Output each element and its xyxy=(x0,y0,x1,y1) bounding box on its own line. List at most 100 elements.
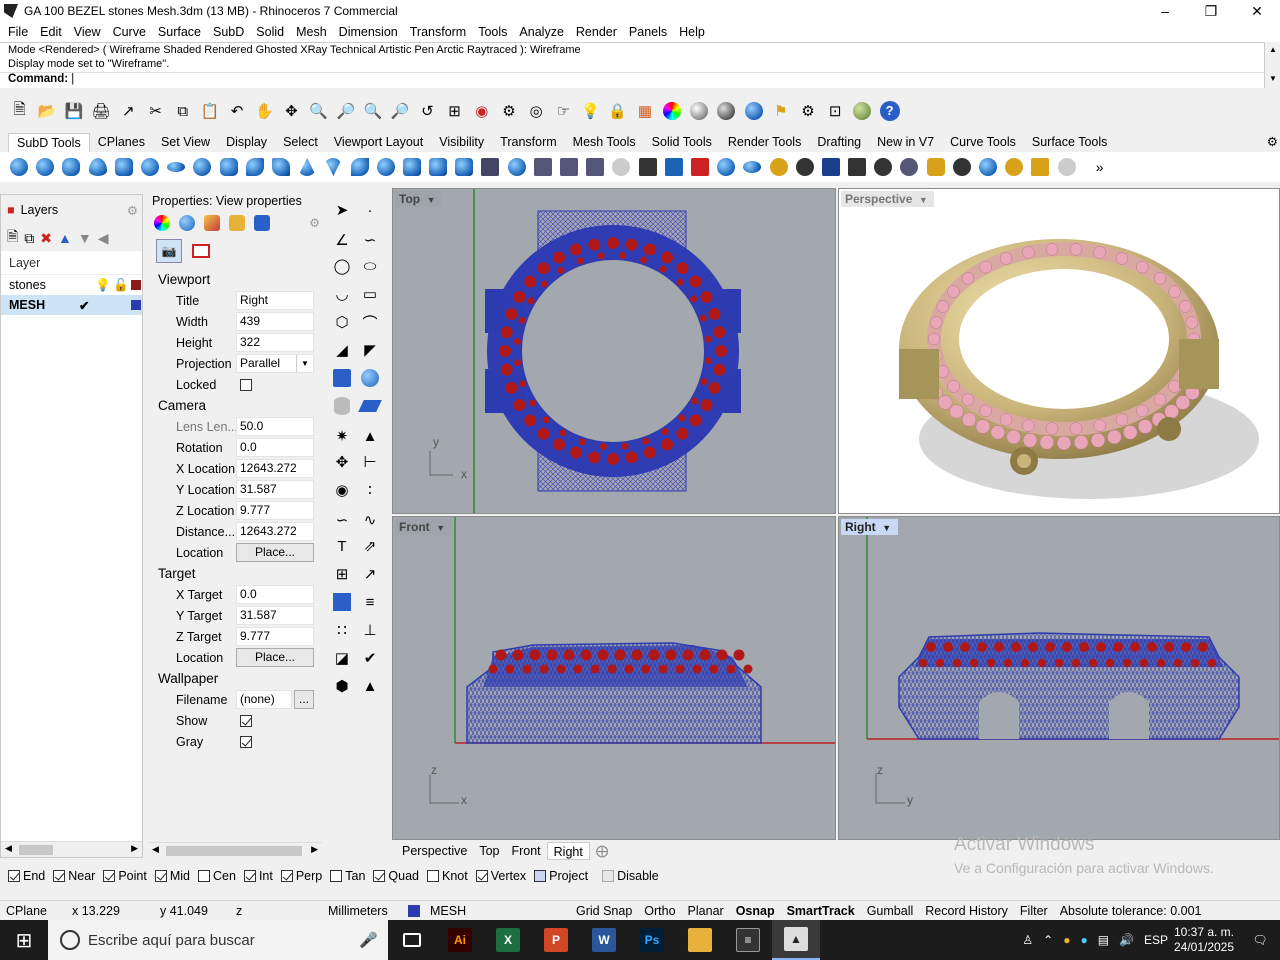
tab-surface-tools[interactable]: Surface Tools xyxy=(1024,133,1116,152)
volume-icon[interactable]: 🔊 xyxy=(1119,933,1134,947)
mesh-icon[interactable]: ⬢ xyxy=(330,674,354,698)
close-button[interactable]: ✕ xyxy=(1234,0,1280,22)
subd-tool-icon[interactable] xyxy=(1002,155,1026,179)
menu-surface[interactable]: Surface xyxy=(152,25,207,39)
subd-tool-icon[interactable] xyxy=(33,155,57,179)
add-viewport-icon[interactable]: ⨁ xyxy=(590,842,615,860)
save-icon[interactable]: 💾 xyxy=(62,99,86,123)
color-wheel-icon[interactable] xyxy=(154,215,170,231)
menu-render[interactable]: Render xyxy=(570,25,623,39)
copy-icon[interactable]: ⧉ xyxy=(171,99,195,123)
taskbar-search[interactable]: Escribe aquí para buscar 🎤 xyxy=(48,920,388,960)
zoom-icon[interactable]: 🔍 xyxy=(307,99,331,123)
menu-help[interactable]: Help xyxy=(673,25,711,39)
tab-mesh-tools[interactable]: Mesh Tools xyxy=(565,133,644,152)
grid-snap-toggle[interactable]: Grid Snap xyxy=(570,904,638,918)
four-viewports-icon[interactable]: ⊞ xyxy=(443,99,467,123)
pencil-icon[interactable] xyxy=(204,215,220,231)
x-target-field[interactable]: 0.0 xyxy=(236,585,314,604)
curve-edit-icon[interactable]: ∽ xyxy=(330,508,354,532)
osnap-checkbox[interactable] xyxy=(243,870,256,882)
tab-display[interactable]: Display xyxy=(218,133,275,152)
show-checkbox[interactable] xyxy=(240,714,252,727)
tab-curve-tools[interactable]: Curve Tools xyxy=(942,133,1024,152)
viewport-right[interactable]: z y Right ▼ xyxy=(838,516,1280,840)
osnap-vertex[interactable]: Vertex xyxy=(475,869,526,883)
browse-button[interactable]: ... xyxy=(294,690,314,709)
subd-tool-icon[interactable] xyxy=(505,155,529,179)
y-location-field[interactable]: 31.587 xyxy=(236,480,314,499)
subd-tool-icon[interactable] xyxy=(452,155,476,179)
subd-tool-icon[interactable] xyxy=(243,155,267,179)
viewport-tab-perspective[interactable]: Perspective xyxy=(396,842,473,860)
chevron-down-icon[interactable]: ▼ xyxy=(424,192,438,208)
polygon-icon[interactable]: ⬡ xyxy=(330,310,354,334)
file-explorer-icon[interactable] xyxy=(676,920,724,960)
osnap-quad[interactable]: Quad xyxy=(373,869,419,883)
task-view-icon[interactable] xyxy=(388,920,436,960)
subd-tool-icon[interactable] xyxy=(269,155,293,179)
layer-row[interactable]: stones 💡 🔓 xyxy=(1,275,142,295)
cplane-icon[interactable]: ◎ xyxy=(524,99,548,123)
scale-icon[interactable]: ▲ xyxy=(358,424,382,448)
place-button[interactable]: Place... xyxy=(236,543,314,562)
input-language[interactable]: ESP xyxy=(1144,933,1168,947)
group-icon[interactable]: ⊞ xyxy=(330,562,354,586)
cut-icon[interactable]: ✂ xyxy=(144,99,168,123)
tab-subd-tools[interactable]: SubD Tools xyxy=(8,133,90,152)
y-target-field[interactable]: 31.587 xyxy=(236,606,314,625)
material-icon[interactable] xyxy=(179,215,195,231)
osnap-project[interactable]: Project xyxy=(534,869,588,883)
subd-tool-icon[interactable] xyxy=(845,155,869,179)
open-file-icon[interactable]: 📂 xyxy=(35,99,59,123)
viewport-tab-top[interactable]: Top xyxy=(473,842,505,860)
viewport-label-top[interactable]: Top ▼ xyxy=(395,191,443,208)
zoom-extents-icon[interactable]: 🔍 xyxy=(361,99,385,123)
osnap-end[interactable]: End xyxy=(8,869,45,883)
rotate-view-icon[interactable]: ✥ xyxy=(279,99,303,123)
subd-tool-icon[interactable] xyxy=(609,155,633,179)
subd-tool-icon[interactable] xyxy=(7,155,31,179)
subd-tool-icon[interactable] xyxy=(86,155,110,179)
boolean-icon[interactable]: ◉ xyxy=(330,478,354,502)
subd-tool-icon[interactable] xyxy=(348,155,372,179)
chevron-down-icon[interactable]: ▼ xyxy=(916,192,930,208)
subd-tool-icon[interactable] xyxy=(819,155,843,179)
command-scrollbar[interactable]: ▲ ▼ xyxy=(1264,42,1280,88)
dimension-icon[interactable]: ⇗ xyxy=(358,534,382,558)
osnap-checkbox[interactable] xyxy=(475,870,488,882)
clock[interactable]: 10:37 a. m. 24/01/2025 xyxy=(1168,925,1240,955)
unlock-icon[interactable]: 🔓 xyxy=(113,278,129,293)
cplane-label[interactable]: CPlane xyxy=(0,904,66,918)
notification-icon[interactable]: 🗨 xyxy=(1240,920,1280,960)
rotation-field[interactable]: 0.0 xyxy=(236,438,314,457)
more-tools-icon[interactable]: » xyxy=(1088,155,1112,179)
z-target-field[interactable]: 9.777 xyxy=(236,627,314,646)
z-location-field[interactable]: 9.777 xyxy=(236,501,314,520)
osnap-checkbox[interactable] xyxy=(154,870,167,882)
menu-view[interactable]: View xyxy=(68,25,107,39)
undo-view-icon[interactable]: ↺ xyxy=(415,99,439,123)
osnap-checkbox[interactable] xyxy=(198,870,210,882)
check-icon[interactable]: ✔ xyxy=(358,646,382,670)
properties-scrollbar[interactable]: ◀ ▶ xyxy=(148,842,322,858)
loft-icon[interactable]: ◤ xyxy=(358,338,382,362)
box-icon[interactable] xyxy=(330,366,354,390)
filter-toggle[interactable]: Filter xyxy=(1014,904,1054,918)
viewport-frame-icon[interactable] xyxy=(188,239,214,263)
select-arrow-icon[interactable]: ➤ xyxy=(330,198,354,222)
block-icon[interactable] xyxy=(330,590,354,614)
explode-icon[interactable]: ⊥ xyxy=(358,618,382,642)
word-icon[interactable]: W xyxy=(580,920,628,960)
powerpoint-icon[interactable]: P xyxy=(532,920,580,960)
start-button[interactable]: ⊞ xyxy=(0,920,48,960)
viewport-front[interactable]: z x Front ▼ xyxy=(392,516,836,840)
subd-tool-icon[interactable] xyxy=(321,155,345,179)
viewport-top[interactable]: y x Top ▼ xyxy=(392,188,836,514)
subd-tool-icon[interactable] xyxy=(426,155,450,179)
subd-tool-icon[interactable] xyxy=(138,155,162,179)
gear-icon[interactable]: ⚙ xyxy=(309,216,320,230)
rebuild-icon[interactable]: ∿ xyxy=(358,508,382,532)
units-label[interactable]: Millimeters xyxy=(322,904,402,918)
menu-analyze[interactable]: Analyze xyxy=(513,25,569,39)
